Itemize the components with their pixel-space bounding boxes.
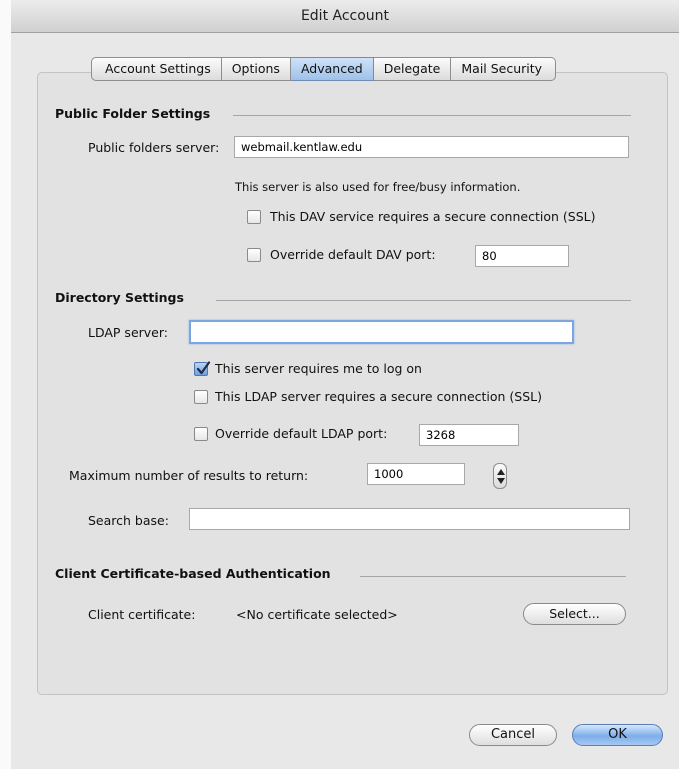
ldap-logon-checkbox[interactable]: [194, 361, 211, 376]
dav-port-checkbox[interactable]: [247, 248, 261, 262]
max-results-label: Maximum number of results to return:: [69, 468, 309, 483]
tab-account-settings[interactable]: Account Settings: [91, 57, 222, 81]
dav-port-input[interactable]: 80: [475, 245, 569, 267]
stepper-down-icon: [497, 478, 505, 484]
tab-content-panel: [37, 72, 668, 695]
ldap-port-checkbox[interactable]: [194, 427, 208, 441]
ldap-port-label[interactable]: Override default LDAP port:: [215, 426, 387, 441]
tab-delegate[interactable]: Delegate: [373, 57, 452, 81]
public-folder-divider: [233, 115, 631, 116]
stepper-up-icon: [497, 469, 505, 475]
ldap-logon-label[interactable]: This server requires me to log on: [215, 361, 422, 376]
certificate-heading: Client Certificate-based Authentication: [55, 566, 331, 581]
title-bar[interactable]: Edit Account: [11, 0, 679, 33]
ldap-server-input[interactable]: [189, 320, 574, 344]
public-folders-server-input[interactable]: webmail.kentlaw.edu: [234, 136, 629, 158]
public-folders-server-label: Public folders server:: [88, 140, 220, 155]
tab-advanced[interactable]: Advanced: [290, 57, 374, 81]
dav-ssl-checkbox[interactable]: [247, 210, 261, 224]
client-certificate-label: Client certificate:: [88, 607, 196, 622]
checkmark-icon: [196, 361, 211, 375]
cancel-button[interactable]: Cancel: [469, 724, 557, 746]
tab-mail-security[interactable]: Mail Security: [451, 57, 557, 81]
window-title: Edit Account: [300, 8, 390, 24]
directory-heading: Directory Settings: [55, 290, 184, 305]
ldap-ssl-checkbox[interactable]: [194, 390, 208, 404]
dav-port-label[interactable]: Override default DAV port:: [270, 247, 436, 262]
search-base-label: Search base:: [88, 513, 169, 528]
public-folder-heading: Public Folder Settings: [55, 106, 211, 121]
max-results-input[interactable]: 1000: [367, 463, 465, 485]
ldap-port-input[interactable]: 3268: [419, 424, 519, 446]
tab-options[interactable]: Options: [221, 57, 291, 81]
ldap-ssl-label[interactable]: This LDAP server requires a secure conne…: [215, 389, 542, 404]
tab-bar: Account Settings Options Advanced Delega…: [91, 57, 557, 81]
search-base-input[interactable]: [189, 508, 630, 530]
edit-account-dialog: Edit Account Account Settings Options Ad…: [11, 0, 679, 769]
client-certificate-value: <No certificate selected>: [236, 607, 398, 622]
free-busy-note: This server is also used for free/busy i…: [235, 180, 521, 194]
certificate-divider: [360, 576, 626, 577]
ok-button[interactable]: OK: [572, 724, 663, 746]
ldap-server-label: LDAP server:: [88, 325, 168, 340]
select-certificate-button[interactable]: Select...: [523, 603, 626, 625]
max-results-stepper[interactable]: [493, 463, 507, 489]
dav-ssl-label[interactable]: This DAV service requires a secure conne…: [270, 209, 595, 224]
directory-divider: [216, 300, 631, 301]
